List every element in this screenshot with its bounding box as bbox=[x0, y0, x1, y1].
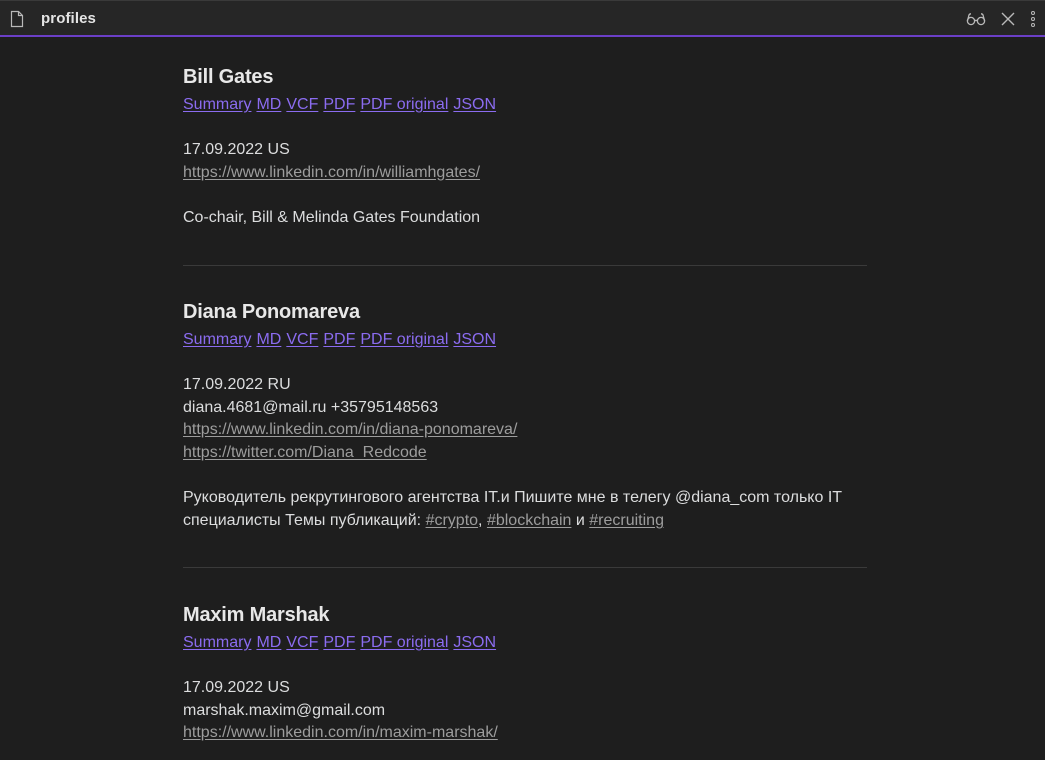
bio-text: специалисты Темы публикаций: bbox=[183, 512, 426, 529]
profile-links: Summary MD VCF PDF PDF original JSON bbox=[183, 329, 867, 351]
pdf-original-link[interactable]: PDF original bbox=[360, 634, 448, 651]
profile-date-country: 17.09.2022 US bbox=[183, 141, 290, 158]
json-link[interactable]: JSON bbox=[453, 96, 496, 113]
close-tab-button[interactable] bbox=[997, 8, 1019, 30]
tag-link[interactable]: #crypto bbox=[426, 512, 478, 529]
profile-name: Maxim Marshak bbox=[183, 604, 330, 626]
twitter-link[interactable]: https://twitter.com/Diana_Redcode bbox=[183, 444, 427, 461]
linkedin-link[interactable]: https://www.linkedin.com/in/diana-ponoma… bbox=[183, 421, 517, 438]
title-bar: profiles bbox=[0, 0, 1045, 37]
md-link[interactable]: MD bbox=[256, 634, 281, 651]
pdf-original-link[interactable]: PDF original bbox=[360, 96, 448, 113]
bio-line: Руководитель рекрутингового агентства IT… bbox=[183, 489, 843, 506]
pdf-original-link[interactable]: PDF original bbox=[360, 331, 448, 348]
profile-entry: Diana Ponomareva Summary MD VCF PDF PDF orig… bbox=[183, 298, 867, 532]
json-link[interactable]: JSON bbox=[453, 331, 496, 348]
tag-link[interactable]: #blockchain bbox=[487, 512, 572, 529]
reading-glasses-icon bbox=[966, 13, 986, 26]
close-icon bbox=[1001, 12, 1015, 26]
profile-links: Summary MD VCF PDF PDF original JSON bbox=[183, 632, 867, 654]
profile-date-country: 17.09.2022 RU bbox=[183, 376, 291, 393]
more-options-button[interactable] bbox=[1029, 8, 1037, 30]
vcf-link[interactable]: VCF bbox=[286, 634, 318, 651]
profile-linkedin-row: https://www.linkedin.com/in/maxim-marsha… bbox=[183, 722, 867, 745]
profile-contact: diana.4681@mail.ru +35795148563 bbox=[183, 398, 439, 416]
tag-link[interactable]: #recruiting bbox=[589, 512, 664, 529]
pdf-link[interactable]: PDF bbox=[323, 331, 355, 348]
summary-link[interactable]: Summary bbox=[183, 331, 251, 348]
linkedin-link[interactable]: https://www.linkedin.com/in/maxim-marsha… bbox=[183, 724, 498, 741]
divider bbox=[183, 265, 867, 266]
summary-link[interactable]: Summary bbox=[183, 634, 251, 651]
profile-name: Bill Gates bbox=[183, 66, 274, 88]
app-window: profiles Bill Gates Summary MD VCF PDF P… bbox=[0, 0, 1045, 760]
profile-bio: Co-chair, Bill & Melinda Gates Foundatio… bbox=[183, 209, 481, 226]
vcf-link[interactable]: VCF bbox=[286, 96, 318, 113]
bio-line: специалисты Темы публикаций: #crypto, #b… bbox=[183, 509, 867, 532]
profile-entry: Maxim Marshak Summary MD VCF PDF PDF origina… bbox=[183, 601, 867, 745]
profile-linkedin-row: https://www.linkedin.com/in/williamhgate… bbox=[183, 162, 867, 185]
vcf-link[interactable]: VCF bbox=[286, 331, 318, 348]
note-content[interactable]: Bill Gates Summary MD VCF PDF PDF original JS… bbox=[0, 37, 1045, 760]
md-link[interactable]: MD bbox=[256, 96, 281, 113]
file-icon bbox=[10, 10, 24, 28]
profile-linkedin-row: https://www.linkedin.com/in/diana-ponoma… bbox=[183, 419, 867, 442]
reading-view-button[interactable] bbox=[965, 8, 987, 30]
pdf-link[interactable]: PDF bbox=[323, 96, 355, 113]
profile-date-country: 17.09.2022 US bbox=[183, 679, 290, 696]
note-title: profiles bbox=[41, 10, 96, 27]
profile-name: Diana Ponomareva bbox=[183, 301, 360, 323]
tag-separator: и bbox=[571, 512, 590, 529]
profile-links: Summary MD VCF PDF PDF original JSON bbox=[183, 94, 867, 116]
summary-link[interactable]: Summary bbox=[183, 96, 251, 113]
md-link[interactable]: MD bbox=[256, 331, 281, 348]
title-bar-actions bbox=[965, 8, 1037, 30]
json-link[interactable]: JSON bbox=[453, 634, 496, 651]
more-vertical-icon bbox=[1031, 11, 1035, 27]
profile-bio: Руководитель рекрутингового агентства IT… bbox=[183, 486, 867, 532]
profile-contact: marshak.maxim@gmail.com bbox=[183, 701, 386, 719]
linkedin-link[interactable]: https://www.linkedin.com/in/williamhgate… bbox=[183, 164, 480, 181]
divider bbox=[183, 567, 867, 568]
profile-twitter-row: https://twitter.com/Diana_Redcode bbox=[183, 442, 867, 465]
tag-separator: , bbox=[478, 512, 487, 529]
pdf-link[interactable]: PDF bbox=[323, 634, 355, 651]
profile-entry: Bill Gates Summary MD VCF PDF PDF original JS… bbox=[183, 63, 867, 229]
